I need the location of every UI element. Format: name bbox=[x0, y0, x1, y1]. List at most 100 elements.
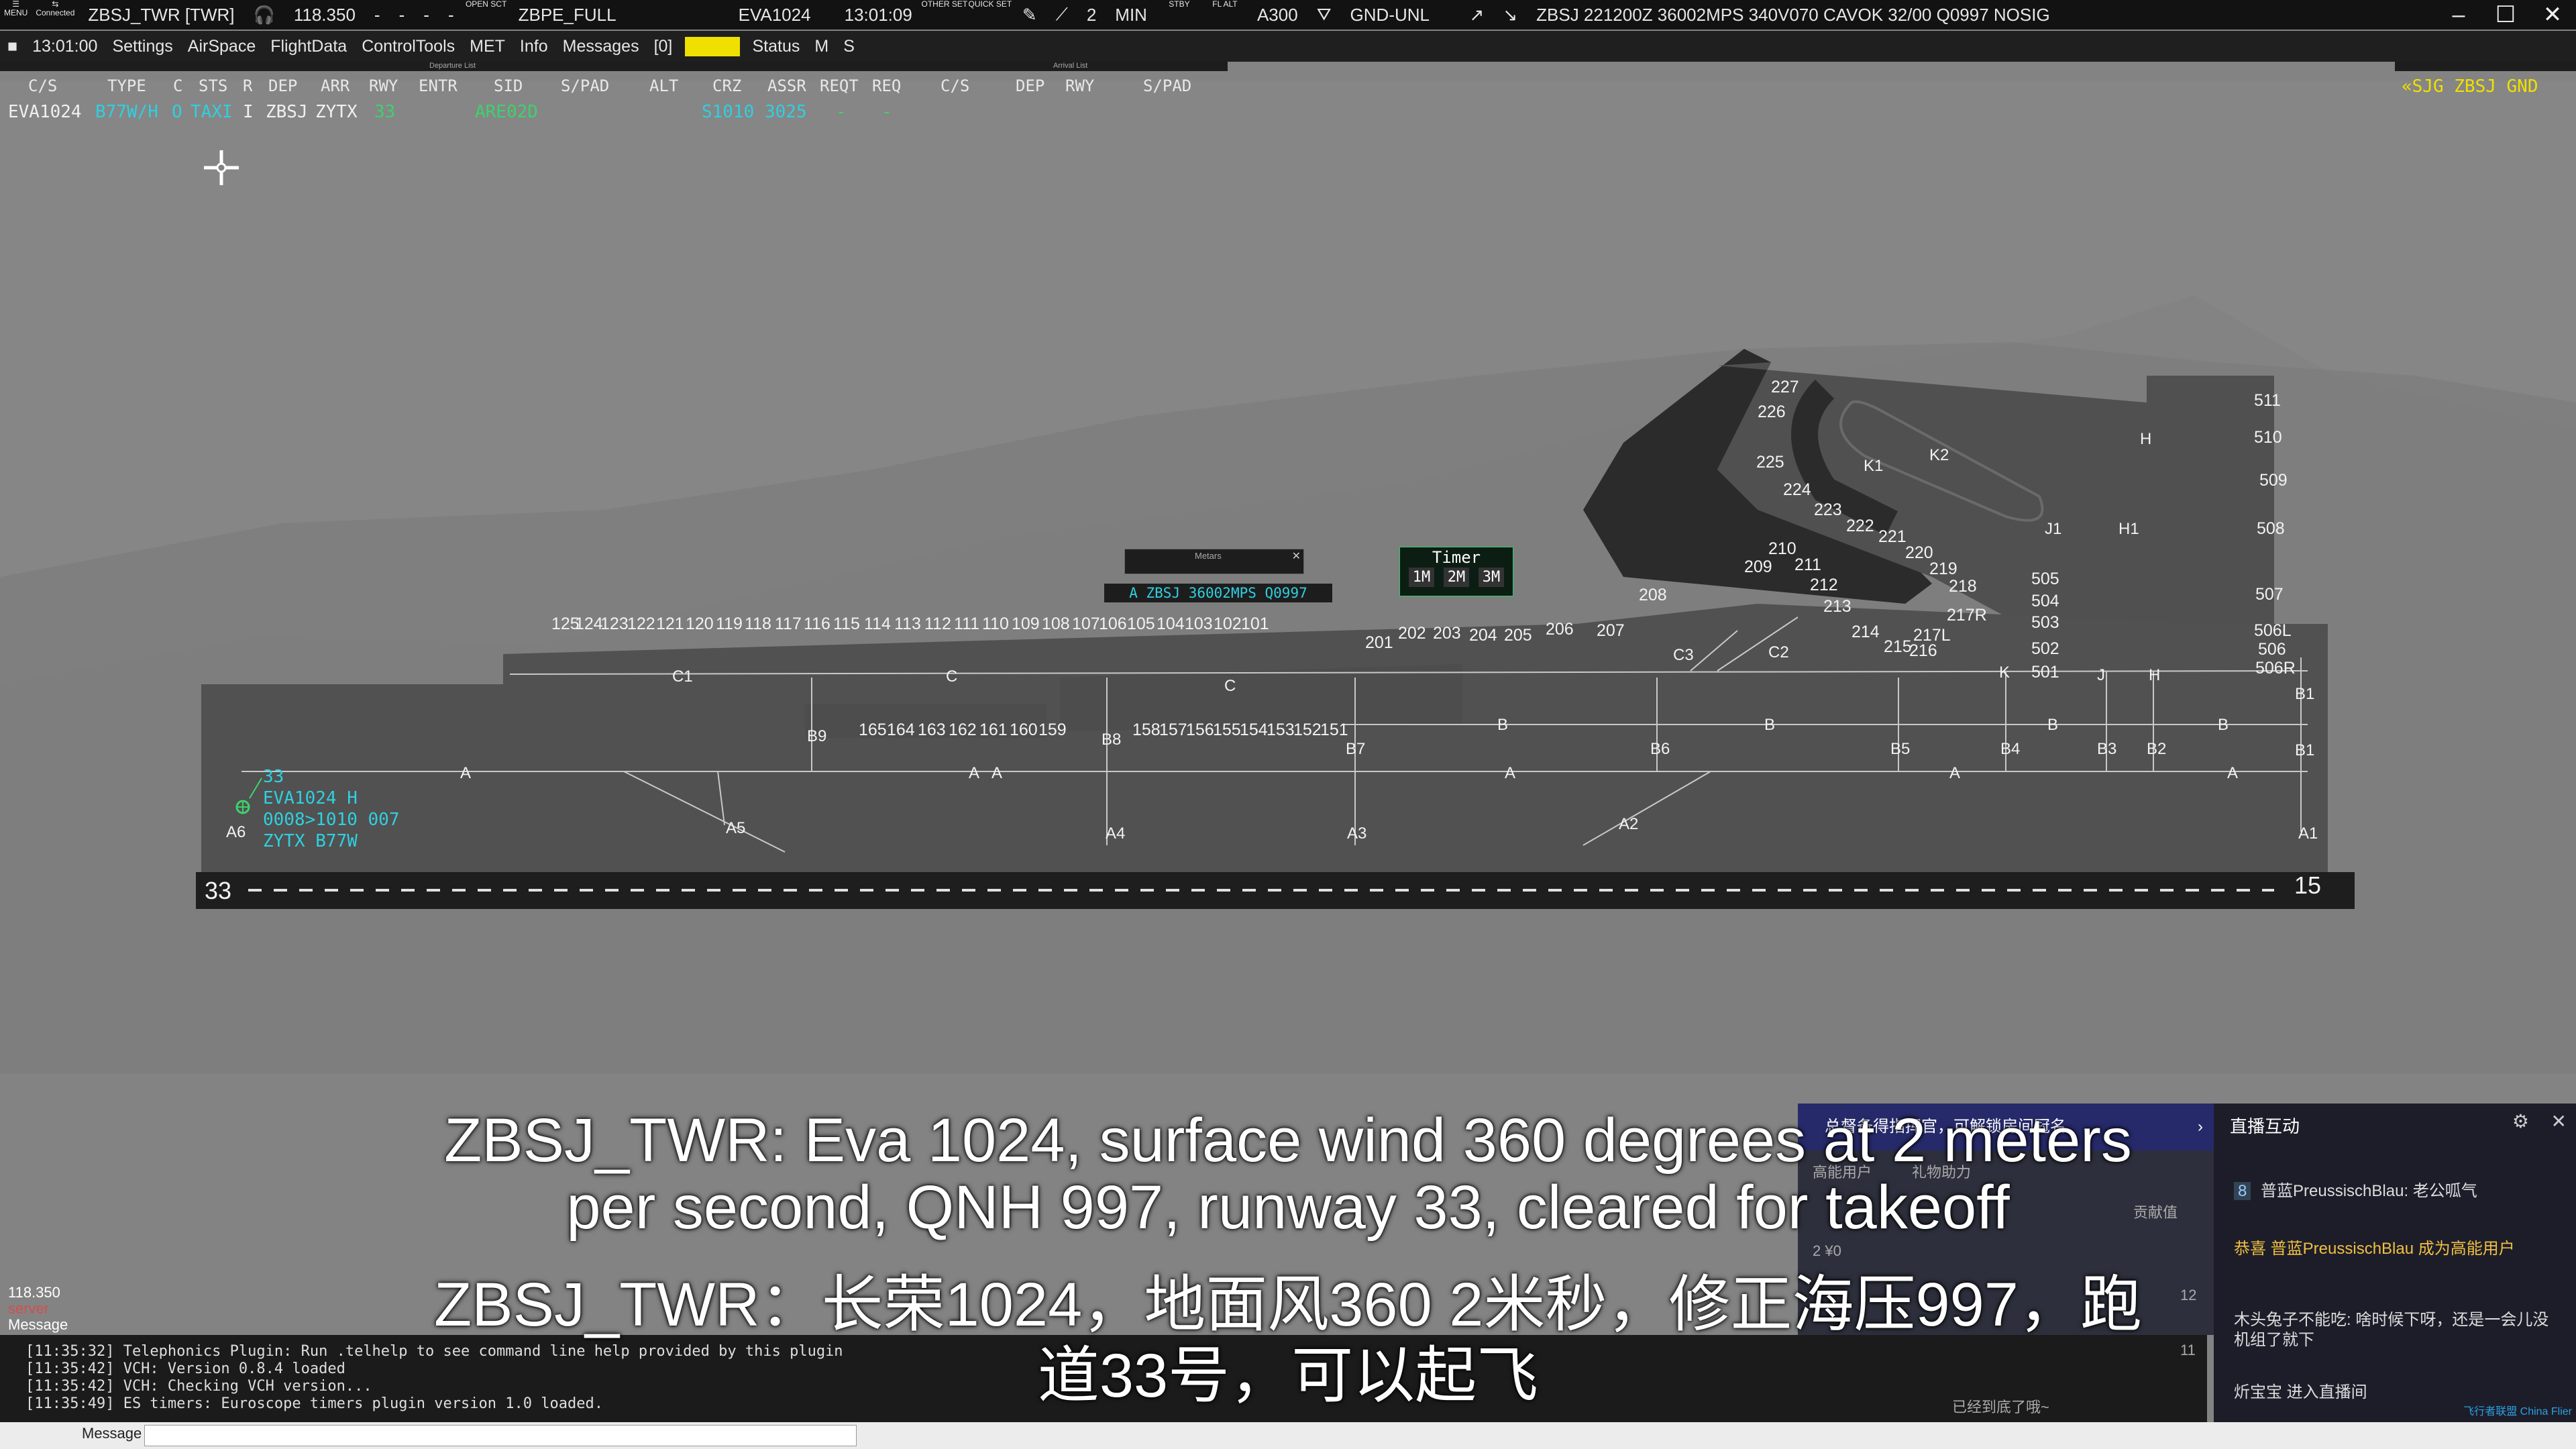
controller-callsign[interactable]: ZBSJ_TWR [TWR] bbox=[78, 0, 244, 30]
menu-button[interactable]: ☰ MENU bbox=[0, 0, 32, 30]
menu-s[interactable]: S bbox=[836, 37, 862, 56]
menu-highlight[interactable]: ZBSJ bbox=[685, 36, 740, 56]
minimize-icon[interactable]: – bbox=[2435, 0, 2482, 30]
dep-row-r[interactable]: I bbox=[243, 102, 254, 122]
dep-row-cs[interactable]: EVA1024 bbox=[8, 102, 82, 122]
menu-controltools[interactable]: ControlTools bbox=[354, 37, 462, 56]
ruler-icon[interactable]: ⟋ bbox=[1046, 0, 1077, 30]
metars-close-icon[interactable]: ✕ bbox=[1292, 549, 1301, 563]
menu-settings[interactable]: Settings bbox=[105, 37, 180, 56]
taxiway-label: A2 bbox=[1619, 815, 1638, 833]
hdr-cs[interactable]: C/S bbox=[28, 76, 57, 95]
hdr-rwy[interactable]: RWY bbox=[369, 76, 398, 95]
flight-lists: Departure List Arrival List C/S TYPE C S… bbox=[0, 62, 2576, 127]
menu-met[interactable]: MET bbox=[462, 37, 513, 56]
taxiway-label: A5 bbox=[726, 819, 745, 837]
stand-label: 501 bbox=[2031, 663, 2059, 682]
timer-window[interactable]: Timer 1M 2M 3M bbox=[1399, 547, 1513, 596]
dep-row-arr[interactable]: ZYTX bbox=[315, 102, 358, 122]
freq-slot-3[interactable]: - bbox=[414, 0, 439, 30]
timer-1m-button[interactable]: 1M bbox=[1408, 568, 1435, 587]
dep-row-c[interactable]: O bbox=[172, 102, 182, 122]
freq-slot-4[interactable]: - bbox=[439, 0, 464, 30]
hdr-alt[interactable]: ALT bbox=[649, 76, 678, 95]
menu-m[interactable]: M bbox=[807, 37, 836, 56]
open-sct-button[interactable]: OPEN SCT bbox=[464, 0, 509, 30]
maximize-icon[interactable]: ☐ bbox=[2482, 0, 2529, 30]
hdr-spad[interactable]: S/PAD bbox=[561, 76, 609, 95]
timer-2m-button[interactable]: 2M bbox=[1443, 568, 1470, 587]
taxiway-label: B bbox=[2047, 716, 2058, 734]
hdr-sts[interactable]: STS bbox=[199, 76, 227, 95]
dep-row-sid[interactable]: ARE02D bbox=[475, 102, 538, 122]
dep-row-reqt[interactable]: - bbox=[836, 102, 847, 122]
quick-set-button[interactable]: QUICK SET bbox=[967, 0, 1013, 30]
fl-alt-button[interactable]: FL ALT bbox=[1202, 0, 1248, 30]
hdr-sid[interactable]: SID bbox=[494, 76, 523, 95]
hdr-reqt[interactable]: REQT bbox=[820, 76, 859, 95]
dep-row-req[interactable]: - bbox=[881, 102, 892, 122]
hdr-assr[interactable]: ASSR bbox=[767, 76, 806, 95]
metars-window[interactable]: Metars ✕ bbox=[1124, 549, 1304, 574]
timer-3m-button[interactable]: 3M bbox=[1478, 568, 1505, 587]
stand-label: 108 bbox=[1042, 614, 1070, 633]
selected-aircraft[interactable]: EVA1024 bbox=[729, 0, 835, 30]
sector-file[interactable]: ZBPE_FULL bbox=[509, 0, 729, 30]
arr-hdr-spad[interactable]: S/PAD bbox=[1143, 76, 1191, 95]
hdr-arr[interactable]: ARR bbox=[321, 76, 350, 95]
hdr-dep[interactable]: DEP bbox=[268, 76, 297, 95]
taxiway-label: C3 bbox=[1673, 646, 1694, 664]
timer-value[interactable]: 2 bbox=[1077, 0, 1106, 30]
arr-hdr-dep[interactable]: DEP bbox=[1016, 76, 1044, 95]
hdr-crz[interactable]: CRZ bbox=[712, 76, 741, 95]
primary-frequency[interactable]: 118.350 bbox=[284, 0, 365, 30]
hdr-r[interactable]: R bbox=[243, 76, 252, 95]
close-icon[interactable]: ✕ bbox=[2529, 0, 2576, 30]
other-set-button[interactable]: OTHER SET bbox=[922, 0, 968, 30]
arr-hdr-rwy[interactable]: RWY bbox=[1065, 76, 1094, 95]
stand-label: 106 bbox=[1099, 614, 1127, 633]
dep-row-dep[interactable]: ZBSJ bbox=[266, 102, 308, 122]
subtitle-zh-line1: ZBSJ_TWR：长荣1024，地面风360 2米秒，修正海压997，跑 bbox=[434, 1271, 2142, 1339]
stand-label: 509 bbox=[2259, 471, 2288, 490]
taxiway-label: B bbox=[1764, 716, 1775, 734]
menu-info[interactable]: Info bbox=[513, 37, 555, 56]
arrival-list-bar[interactable]: Arrival List bbox=[919, 62, 1228, 71]
arr-hdr-cs[interactable]: C/S bbox=[941, 76, 969, 95]
menu-message-count[interactable]: [0] bbox=[647, 37, 680, 56]
menu-flightdata[interactable]: FlightData bbox=[263, 37, 354, 56]
dep-row-type[interactable]: B77W/H bbox=[95, 102, 158, 122]
atis-label[interactable]: «SJG ZBSJ GND bbox=[2402, 76, 2538, 97]
dep-row-sts[interactable]: TAXI bbox=[191, 102, 233, 122]
subtitle-zh-line2: 道33号，可以起飞 bbox=[1037, 1342, 1539, 1410]
hdr-req[interactable]: REQ bbox=[872, 76, 901, 95]
dep-row-crz[interactable]: S1010 bbox=[702, 102, 754, 122]
subtitle-en-line1: ZBSJ_TWR: Eva 1024, surface wind 360 deg… bbox=[444, 1106, 2132, 1175]
hdr-c[interactable]: C bbox=[173, 76, 182, 95]
headset-icon[interactable]: 🎧 bbox=[244, 0, 284, 30]
menu-checkbox[interactable]: ■ bbox=[0, 37, 25, 56]
filter-icon[interactable]: ⛛ bbox=[1307, 0, 1341, 30]
dep-row-assr[interactable]: 3025 bbox=[765, 102, 807, 122]
metar-display[interactable]: ZBSJ 221200Z 36002MPS 340V070 CAVOK 32/0… bbox=[1527, 0, 2059, 30]
freq-slot-1[interactable]: - bbox=[365, 0, 390, 30]
taxiway-label: C2 bbox=[1768, 643, 1789, 661]
menu-status[interactable]: Status bbox=[745, 37, 808, 56]
altitude-filter[interactable]: GND-UNL bbox=[1341, 0, 1460, 30]
connect-button[interactable]: ⇆ Connected bbox=[32, 0, 78, 30]
message-input[interactable] bbox=[144, 1425, 857, 1446]
stby-button[interactable]: STBY bbox=[1157, 0, 1202, 30]
atis-bar[interactable] bbox=[2395, 62, 2576, 71]
stand-label: 210 bbox=[1768, 539, 1796, 558]
dep-row-rwy[interactable]: 33 bbox=[374, 102, 395, 122]
pencil-icon[interactable]: ✎ bbox=[1013, 0, 1046, 30]
hdr-entr[interactable]: ENTR bbox=[419, 76, 458, 95]
freq-slot-2[interactable]: - bbox=[390, 0, 415, 30]
aircraft-type[interactable]: A300 bbox=[1248, 0, 1307, 30]
menu-messages[interactable]: Messages bbox=[555, 37, 647, 56]
stand-label: 122 bbox=[627, 614, 655, 633]
hdr-type[interactable]: TYPE bbox=[107, 76, 146, 95]
menu-airspace[interactable]: AirSpace bbox=[180, 37, 263, 56]
stand-label: 102 bbox=[1214, 614, 1242, 633]
metars-text[interactable]: A ZBSJ 36002MPS Q0997 bbox=[1104, 584, 1332, 602]
